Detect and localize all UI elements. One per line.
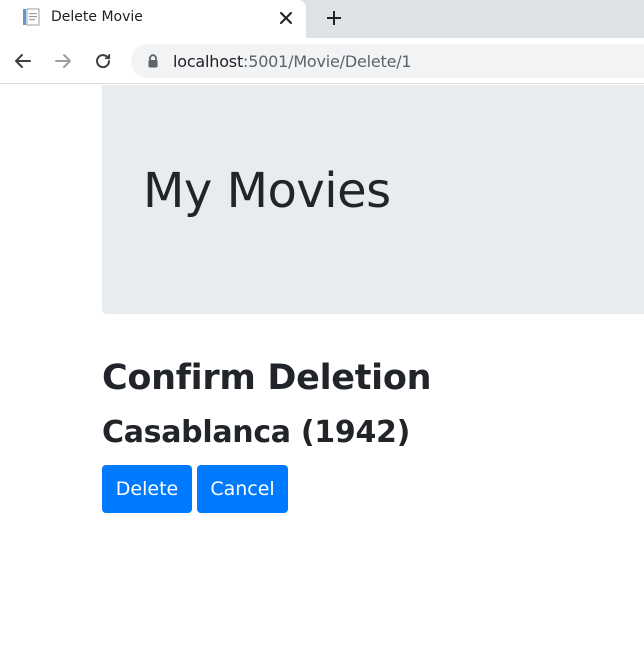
cancel-button[interactable]: Cancel [197, 465, 288, 513]
address-bar[interactable]: localhost:5001/Movie/Delete/1 [131, 44, 644, 78]
forward-arrow-icon[interactable] [51, 49, 75, 73]
back-arrow-icon[interactable] [11, 49, 35, 73]
url-text[interactable]: localhost:5001/Movie/Delete/1 [173, 52, 412, 71]
close-tab-icon[interactable] [276, 8, 296, 28]
jumbotron-banner: My Movies [102, 85, 644, 314]
lock-icon[interactable] [146, 54, 160, 68]
reload-icon[interactable] [91, 49, 115, 73]
plus-icon[interactable] [322, 6, 346, 30]
delete-button[interactable]: Delete [102, 465, 192, 513]
movie-title: Casablanca (1942) [102, 415, 411, 450]
url-host: localhost [173, 52, 244, 71]
document-icon [23, 8, 40, 26]
tab-title: Delete Movie [51, 9, 143, 25]
browser-tab[interactable]: Delete Movie [0, 0, 306, 38]
tab-strip: Delete Movie [0, 0, 644, 38]
page-content: My Movies Confirm Deletion Casablanca (1… [0, 85, 644, 661]
page-title: Confirm Deletion [102, 358, 432, 398]
url-path: :5001/Movie/Delete/1 [243, 52, 412, 71]
browser-toolbar: localhost:5001/Movie/Delete/1 [0, 38, 644, 84]
site-title: My Movies [143, 163, 391, 219]
